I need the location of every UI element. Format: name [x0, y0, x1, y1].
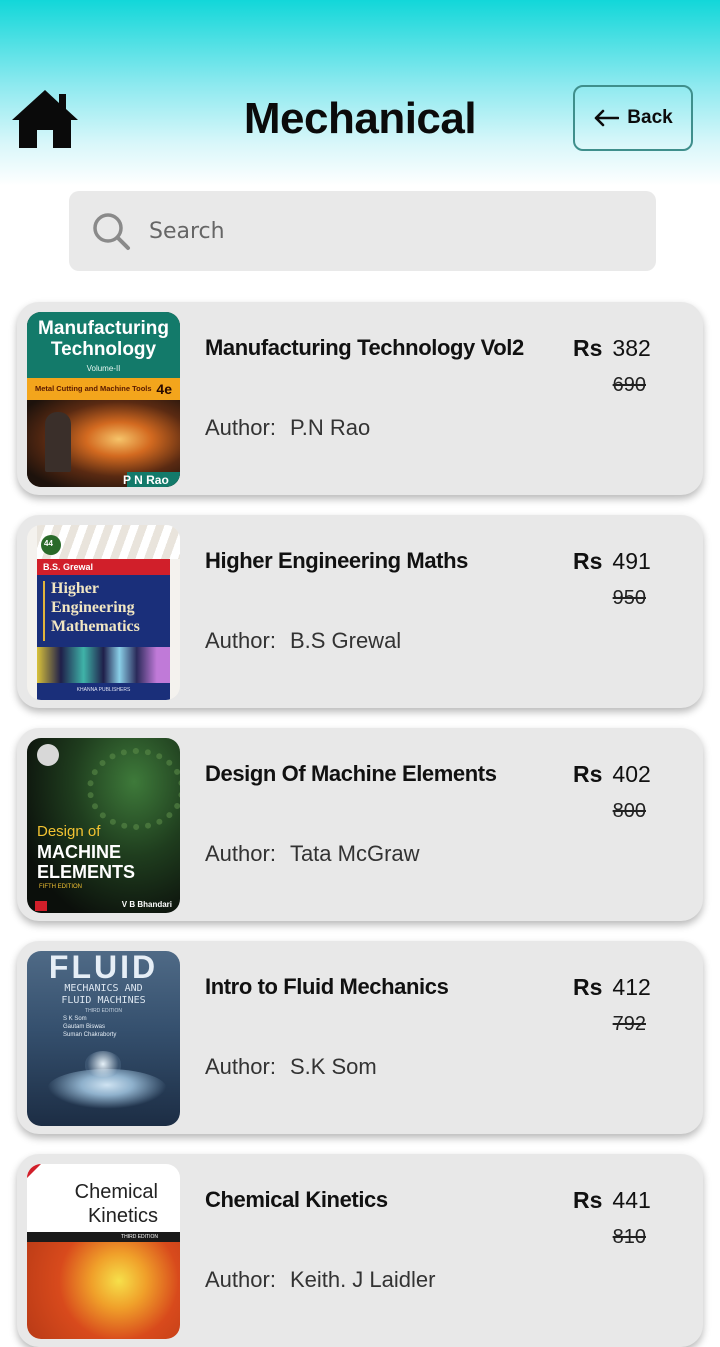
cover-edition: THIRD EDITION: [85, 1008, 122, 1014]
cover-title-line: Mathematics: [51, 618, 140, 635]
cover-author: B.S. Grewal: [43, 562, 94, 572]
cover-title-line: Engineering: [51, 599, 135, 616]
currency-label: Rs: [573, 974, 603, 1000]
back-button-label: Back: [627, 107, 673, 128]
currency-label: Rs: [573, 548, 603, 574]
search-icon: [93, 213, 130, 250]
search-bar[interactable]: [69, 191, 656, 271]
book-title: Intro to Fluid Mechanics: [205, 974, 449, 999]
book-cover-image: FLUID MECHANICS AND FLUID MACHINES THIRD…: [27, 951, 180, 1126]
cover-subtitle: Volume-II: [86, 364, 121, 373]
original-price: 950: [612, 587, 646, 609]
book-card[interactable]: Manufacturing Technology Volume-II Metal…: [17, 302, 703, 495]
author-label: Author:: [205, 628, 276, 653]
cover-title-line: FLUID: [48, 951, 159, 985]
cover-edition: THIRD EDITION: [121, 1234, 158, 1240]
sale-price: 402: [612, 761, 651, 787]
price: Rs 412: [573, 974, 651, 1001]
author-name: Tata McGraw: [289, 841, 420, 866]
cover-edition: 4e: [156, 381, 172, 397]
book-card[interactable]: 44 B.S. Grewal Higher Engineering Mathem…: [17, 515, 703, 708]
original-price: 800: [612, 800, 646, 822]
cover-title-line: Design of: [37, 823, 101, 840]
book-cover-image: Chemical Kinetics THIRD EDITION: [27, 1164, 180, 1339]
price: Rs 382: [573, 335, 651, 362]
original-price: 690: [612, 374, 646, 396]
price: Rs 402: [573, 761, 651, 788]
author-label: Author:: [205, 841, 276, 866]
author-row: Author: Keith. J Laidler: [205, 1267, 435, 1293]
book-cover-image: Manufacturing Technology Volume-II Metal…: [27, 312, 180, 487]
sale-price: 491: [612, 548, 651, 574]
book-card[interactable]: Design of MACHINE ELEMENTS FIFTH EDITION…: [17, 728, 703, 921]
cover-title-line: Higher: [51, 580, 99, 597]
cover-author: V B Bhandari: [121, 900, 172, 909]
author-row: Author: Tata McGraw: [205, 841, 420, 867]
cover-author: P N Rao: [123, 473, 169, 487]
sale-price: 382: [612, 335, 651, 361]
book-cover-image: Design of MACHINE ELEMENTS FIFTH EDITION…: [27, 738, 180, 913]
original-price: 810: [612, 1226, 646, 1248]
author-row: Author: B.S Grewal: [205, 628, 401, 654]
author-name: P.N Rao: [289, 415, 371, 440]
sale-price: 412: [612, 974, 651, 1000]
currency-label: Rs: [573, 761, 603, 787]
cover-edition: FIFTH EDITION: [39, 884, 82, 890]
book-cover-image: 44 B.S. Grewal Higher Engineering Mathem…: [27, 525, 180, 700]
cover-title-line: Chemical: [74, 1181, 158, 1203]
original-price: 792: [612, 1013, 646, 1035]
book-title: Manufacturing Technology Vol2: [205, 335, 524, 360]
cover-badge: 44: [44, 539, 53, 548]
cover-title-line: MACHINE: [37, 842, 121, 862]
cover-title-line: Manufacturing: [38, 318, 169, 339]
cover-title-line: ELEMENTS: [37, 862, 136, 882]
arrow-left-icon: [594, 109, 620, 127]
author-row: Author: P.N Rao: [205, 415, 370, 441]
author-label: Author:: [205, 415, 276, 440]
author-label: Author:: [205, 1054, 276, 1079]
cover-publisher: KHANNA PUBLISHERS: [76, 687, 131, 693]
cover-title-line: Kinetics: [87, 1205, 158, 1227]
price: Rs 491: [573, 548, 651, 575]
book-title: Design Of Machine Elements: [205, 761, 497, 786]
cover-subtitle: MECHANICS AND: [64, 983, 143, 994]
currency-label: Rs: [573, 335, 603, 361]
currency-label: Rs: [573, 1187, 603, 1213]
cover-authors: S K Som Gautam Biswas Suman Chakraborty: [63, 1016, 117, 1038]
search-input[interactable]: [147, 217, 611, 245]
book-title: Chemical Kinetics: [205, 1187, 388, 1212]
author-name: B.S Grewal: [289, 628, 402, 653]
back-button[interactable]: Back: [573, 85, 693, 151]
cover-title-line: Technology: [50, 339, 157, 360]
author-name: S.K Som: [289, 1054, 377, 1079]
book-title: Higher Engineering Maths: [205, 548, 468, 573]
cover-subtitle: FLUID MACHINES: [61, 995, 146, 1006]
book-card[interactable]: Chemical Kinetics THIRD EDITION Chemical…: [17, 1154, 703, 1347]
author-row: Author: S.K Som: [205, 1054, 377, 1080]
price: Rs 441: [573, 1187, 651, 1214]
book-card[interactable]: FLUID MECHANICS AND FLUID MACHINES THIRD…: [17, 941, 703, 1134]
cover-band-text: Metal Cutting and Machine Tools: [35, 384, 152, 393]
sale-price: 441: [612, 1187, 651, 1213]
